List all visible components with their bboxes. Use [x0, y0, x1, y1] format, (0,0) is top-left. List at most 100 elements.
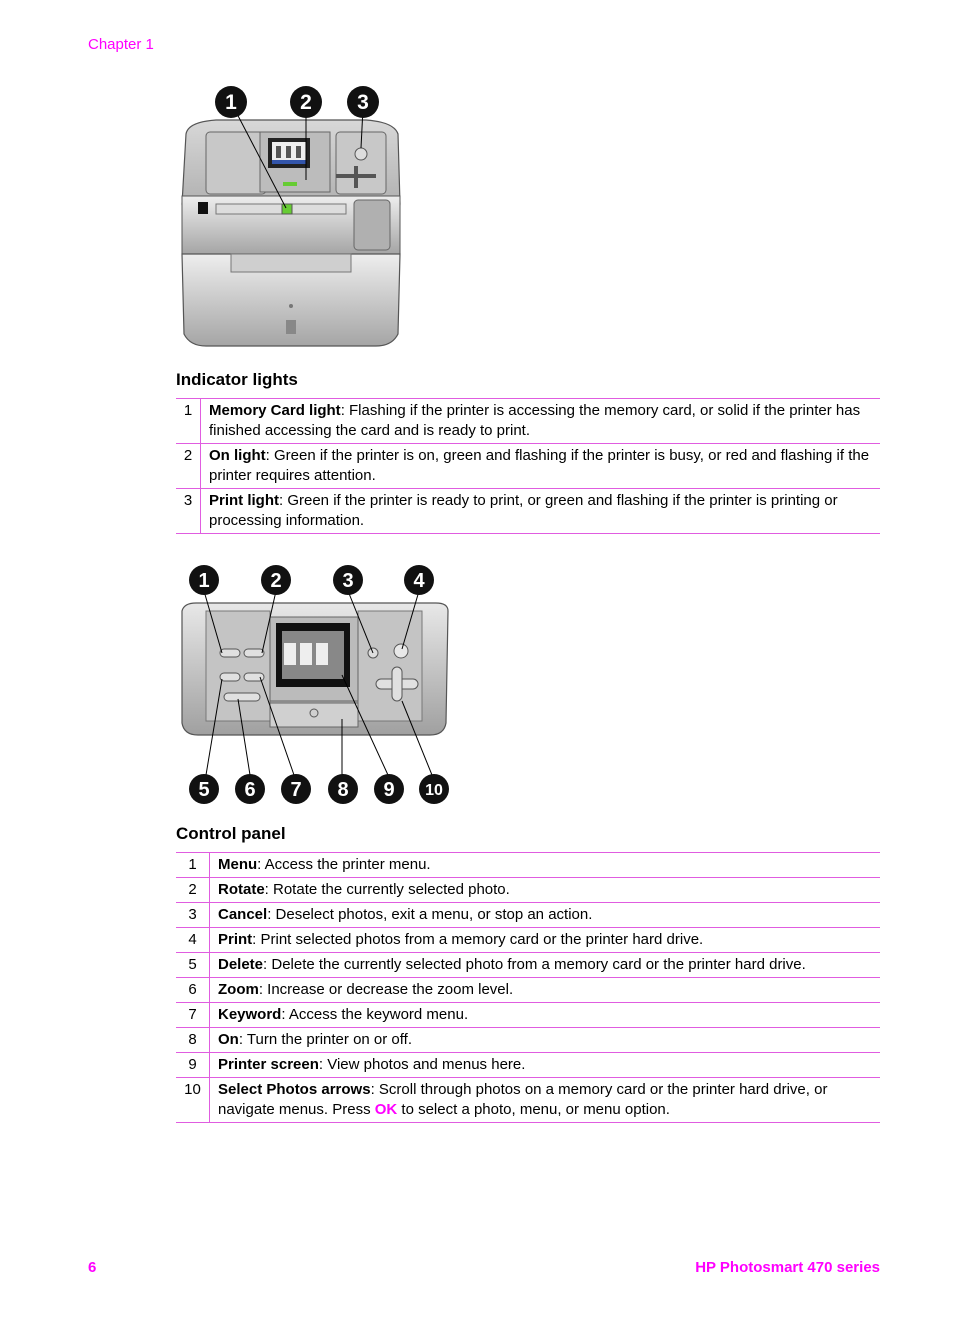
callout-6: 6 [235, 774, 265, 804]
row-term: Delete [218, 956, 264, 973]
svg-text:1: 1 [225, 91, 237, 114]
svg-text:3: 3 [357, 91, 369, 114]
row-description: Keyword: Access the keyword menu. [209, 1002, 880, 1028]
svg-text:9: 9 [383, 779, 394, 801]
row-term: Zoom [218, 981, 259, 998]
row-text: : Turn the printer on or off. [238, 1031, 412, 1048]
row-description: Delete: Delete the currently selected ph… [209, 952, 880, 978]
svg-text:8: 8 [337, 779, 348, 801]
row-term: Cancel [218, 906, 268, 923]
row-term: Printer screen [218, 1056, 319, 1073]
table-row: 7 Keyword: Access the keyword menu. [176, 1002, 880, 1028]
row-text: : View photos and menus here. [318, 1056, 526, 1073]
row-text-continued: to select a photo, menu, or menu option. [397, 1101, 670, 1118]
row-term: Rotate [218, 881, 265, 898]
row-number: 2 [176, 443, 201, 489]
row-text: : Access the printer menu. [257, 856, 431, 873]
row-description: On: Turn the printer on or off. [209, 1027, 880, 1053]
row-text: : Deselect photos, exit a menu, or stop … [267, 906, 593, 923]
row-term: Keyword [218, 1006, 282, 1023]
row-term: On light [209, 447, 266, 464]
row-text: : Green if the printer is on, green and … [209, 447, 870, 484]
row-text: : Increase or decrease the zoom level. [258, 981, 514, 998]
callout-2: 2 [261, 565, 291, 595]
row-text: : Access the keyword menu. [281, 1006, 469, 1023]
row-text: : Rotate the currently selected photo. [264, 881, 510, 898]
svg-text:3: 3 [342, 570, 353, 592]
callout-3: 3 [347, 86, 379, 118]
callout-5: 5 [189, 774, 219, 804]
table-row: 9 Printer screen: View photos and menus h… [176, 1052, 880, 1078]
svg-text:4: 4 [413, 570, 425, 592]
row-term: Memory Card light [209, 402, 341, 419]
row-number: 6 [176, 977, 210, 1003]
callout-3: 3 [333, 565, 363, 595]
row-description: Zoom: Increase or decrease the zoom leve… [209, 977, 880, 1003]
row-text: : Green if the printer is ready to print… [209, 492, 838, 529]
row-description: Print light: Green if the printer is rea… [200, 488, 880, 534]
row-number: 9 [176, 1052, 210, 1078]
svg-text:2: 2 [270, 570, 281, 592]
row-term: Select Photos arrows [218, 1081, 371, 1098]
svg-text:10: 10 [425, 782, 443, 799]
row-term: Menu [218, 856, 258, 873]
svg-text:2: 2 [300, 91, 312, 114]
row-description: Printer screen: View photos and menus he… [209, 1052, 880, 1078]
control-panel-title: Control panel [176, 824, 286, 843]
chapter-header: Chapter 1 [88, 36, 154, 53]
callout-2: 2 [290, 86, 322, 118]
row-term: Print light [209, 492, 279, 509]
printer-front-illustration: 1 2 3 [181, 86, 401, 347]
row-term: Print [218, 931, 253, 948]
row-description: Menu: Access the printer menu. [209, 852, 880, 878]
table-row: 8 On: Turn the printer on or off. [176, 1027, 880, 1053]
row-description: Select Photos arrows: Scroll through pho… [209, 1077, 880, 1123]
callout-10: 10 [419, 774, 449, 804]
table-row: 3 Cancel: Deselect photos, exit a menu, o… [176, 902, 880, 928]
row-number: 10 [176, 1077, 210, 1123]
table-row: 5 Delete: Delete the currently selected p… [176, 952, 880, 978]
row-description: Memory Card light: Flashing if the print… [200, 398, 880, 444]
callout-4: 4 [404, 565, 434, 595]
svg-text:6: 6 [244, 779, 255, 801]
row-number: 2 [176, 877, 210, 903]
callout-8: 8 [328, 774, 358, 804]
callout-1: 1 [215, 86, 247, 118]
indicator-lights-title: Indicator lights [176, 370, 298, 389]
indicator-lights-table: 1 Memory Card light: Flashing if the pri… [176, 398, 880, 534]
svg-text:5: 5 [198, 779, 209, 801]
control-panel-table: 1 Menu: Access the printer menu. 2 Rotate:… [176, 852, 880, 1123]
table-row: 10 Select Photos arrows: Scroll through p… [176, 1077, 880, 1123]
page-number: 6 [88, 1259, 97, 1276]
control-panel-illustration: 1 2 3 4 5 6 7 8 9 10 [181, 565, 449, 804]
row-number: 1 [176, 852, 210, 878]
row-text: : Print selected photos from a memory ca… [252, 931, 704, 948]
row-description: Cancel: Deselect photos, exit a menu, or… [209, 902, 880, 928]
table-row: 6 Zoom: Increase or decrease the zoom lev… [176, 977, 880, 1003]
product-name: HP Photosmart 470 series [695, 1259, 880, 1276]
table-row: 4 Print: Print selected photos from a mem… [176, 927, 880, 953]
callout-9: 9 [374, 774, 404, 804]
callout-7: 7 [281, 774, 311, 804]
row-number: 3 [176, 488, 201, 534]
callout-1: 1 [189, 565, 219, 595]
row-text: : Delete the currently selected photo fr… [263, 956, 806, 973]
table-row: 2 On light: Green if the printer is on, … [176, 443, 880, 489]
table-row: 2 Rotate: Rotate the currently selected p… [176, 877, 880, 903]
svg-text:1: 1 [198, 570, 209, 592]
row-number: 4 [176, 927, 210, 953]
row-term: On [218, 1031, 239, 1048]
table-row: 1 Memory Card light: Flashing if the pri… [176, 398, 880, 444]
row-number: 8 [176, 1027, 210, 1053]
table-row: 3 Print light: Green if the printer is r… [176, 488, 880, 534]
table-row: 1 Menu: Access the printer menu. [176, 852, 880, 878]
svg-text:7: 7 [290, 779, 301, 801]
row-description: Rotate: Rotate the currently selected ph… [209, 877, 880, 903]
row-number: 5 [176, 952, 210, 978]
row-number: 3 [176, 902, 210, 928]
ok-keyword: OK [374, 1101, 398, 1118]
row-number: 1 [176, 398, 201, 444]
row-number: 7 [176, 1002, 210, 1028]
row-description: Print: Print selected photos from a memo… [209, 927, 880, 953]
row-description: On light: Green if the printer is on, gr… [200, 443, 880, 489]
